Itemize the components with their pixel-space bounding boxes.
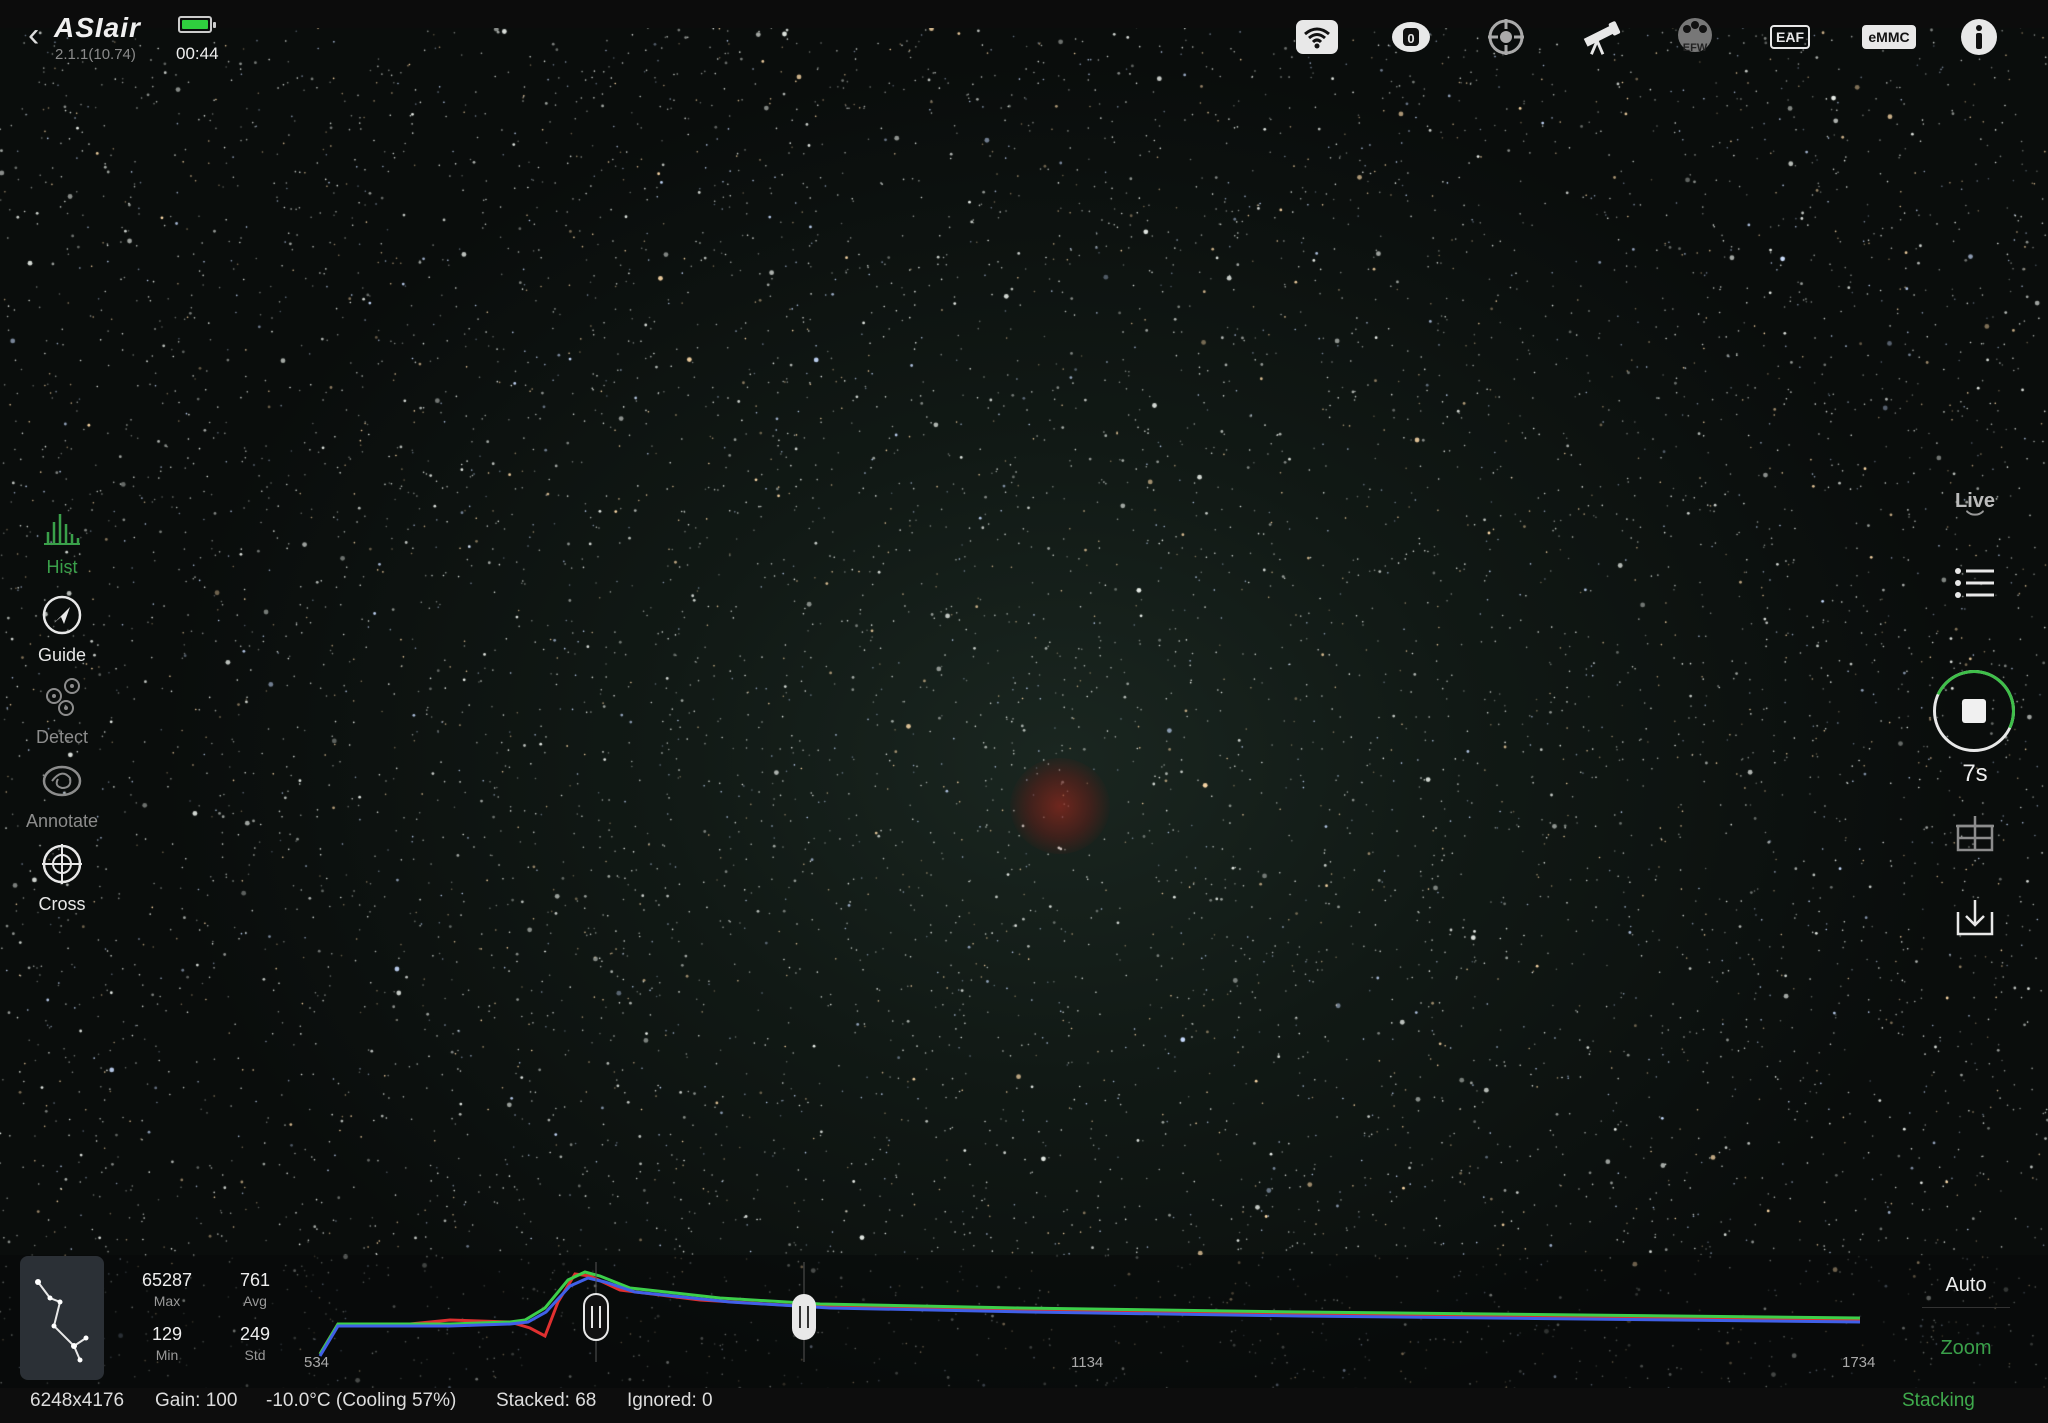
black-point-handle[interactable] (583, 1293, 609, 1341)
dark-frame-button[interactable] (1954, 812, 1996, 857)
battery-icon (178, 16, 216, 33)
clock: 00:44 (176, 44, 219, 63)
download-icon (1956, 900, 1994, 936)
tool-hist[interactable]: Hist (20, 510, 104, 578)
wifi-icon[interactable] (1294, 16, 1340, 58)
telescope-icon[interactable] (1578, 16, 1624, 58)
top-bar (0, 0, 2048, 28)
sensor-temperature: -10.0°C (Cooling 57%) (266, 1390, 457, 1411)
exposure-time[interactable]: 7s (1950, 760, 2000, 788)
stop-icon (1962, 699, 1986, 723)
tool-guide-label: Guide (37, 645, 87, 665)
galaxy-icon (42, 765, 82, 797)
stat-std: 249 Std (239, 1324, 271, 1363)
cocoon-nebula (1010, 758, 1110, 854)
tool-annotate-label: Annotate (25, 811, 99, 831)
save-button[interactable] (1954, 898, 1996, 943)
list-button[interactable] (1954, 566, 1996, 605)
chevron-down-icon: ︶ (1966, 510, 1984, 530)
tool-hist-label: Hist (46, 557, 78, 577)
stop-capture-button[interactable] (1933, 670, 2015, 752)
preview-image[interactable] (0, 0, 2048, 1400)
stacked-count: Stacked: 68 (496, 1390, 597, 1411)
focuser-label: EAF (1770, 25, 1810, 49)
list-icon (1955, 568, 1994, 598)
stat-min: 129 Min (151, 1324, 183, 1363)
stacking-status: Stacking (1902, 1390, 1975, 1411)
ignored-count: Ignored: 0 (627, 1390, 713, 1411)
crosshair-icon (42, 844, 82, 884)
tool-detect[interactable]: Detect (20, 676, 104, 748)
detect-icon (46, 678, 80, 716)
back-button[interactable]: ‹ (28, 18, 39, 52)
info-icon[interactable] (1956, 16, 2002, 58)
filter-wheel-icon[interactable]: EFW (1672, 16, 1718, 58)
resolution: 6248x4176 (30, 1390, 125, 1411)
svg-text:0: 0 (1407, 31, 1414, 46)
tool-annotate[interactable]: Annotate (20, 760, 104, 832)
hist-axis-left: 534 (304, 1354, 330, 1371)
histogram-graph[interactable] (300, 1262, 1900, 1362)
svg-text:EFW: EFW (1683, 42, 1708, 54)
storage-icon[interactable]: eMMC (1862, 16, 1916, 58)
hist-axis-mid: 1134 (1071, 1354, 1104, 1371)
focuser-icon[interactable]: EAF (1767, 16, 1813, 58)
app-logo: ASIair (54, 12, 141, 43)
stat-avg: 761 Avg (239, 1270, 271, 1309)
guide-scope-icon[interactable] (1483, 16, 1529, 58)
hist-axis-right: 1734 (1842, 1354, 1876, 1371)
histogram-icon (44, 514, 80, 545)
mode-selector[interactable]: Live ︶ (1950, 490, 2000, 530)
tool-detect-label: Detect (35, 727, 89, 747)
constellation-icon (35, 1279, 89, 1363)
star-field (0, 0, 2048, 1400)
tool-guide[interactable]: Guide (20, 594, 104, 666)
white-point-handle[interactable] (792, 1294, 816, 1340)
auto-stretch-button[interactable]: Auto (1922, 1274, 2010, 1308)
tool-cross-label: Cross (38, 894, 86, 914)
app-version: 2.1.1(10.74) (55, 46, 136, 63)
tool-cross[interactable]: Cross (20, 843, 104, 915)
constellation-thumbnail[interactable] (20, 1256, 104, 1380)
zoom-button[interactable]: Zoom (1922, 1337, 2010, 1360)
compass-icon (42, 595, 82, 635)
storage-label: eMMC (1862, 25, 1916, 49)
gain: Gain: 100 (155, 1390, 238, 1411)
camera-icon[interactable]: 0 (1388, 16, 1434, 58)
stat-max: 65287 Max (141, 1270, 193, 1309)
gift-box-icon (1956, 816, 1994, 852)
status-bar: 6248x4176 Gain: 100 -10.0°C (Cooling 57%… (0, 1388, 2048, 1423)
